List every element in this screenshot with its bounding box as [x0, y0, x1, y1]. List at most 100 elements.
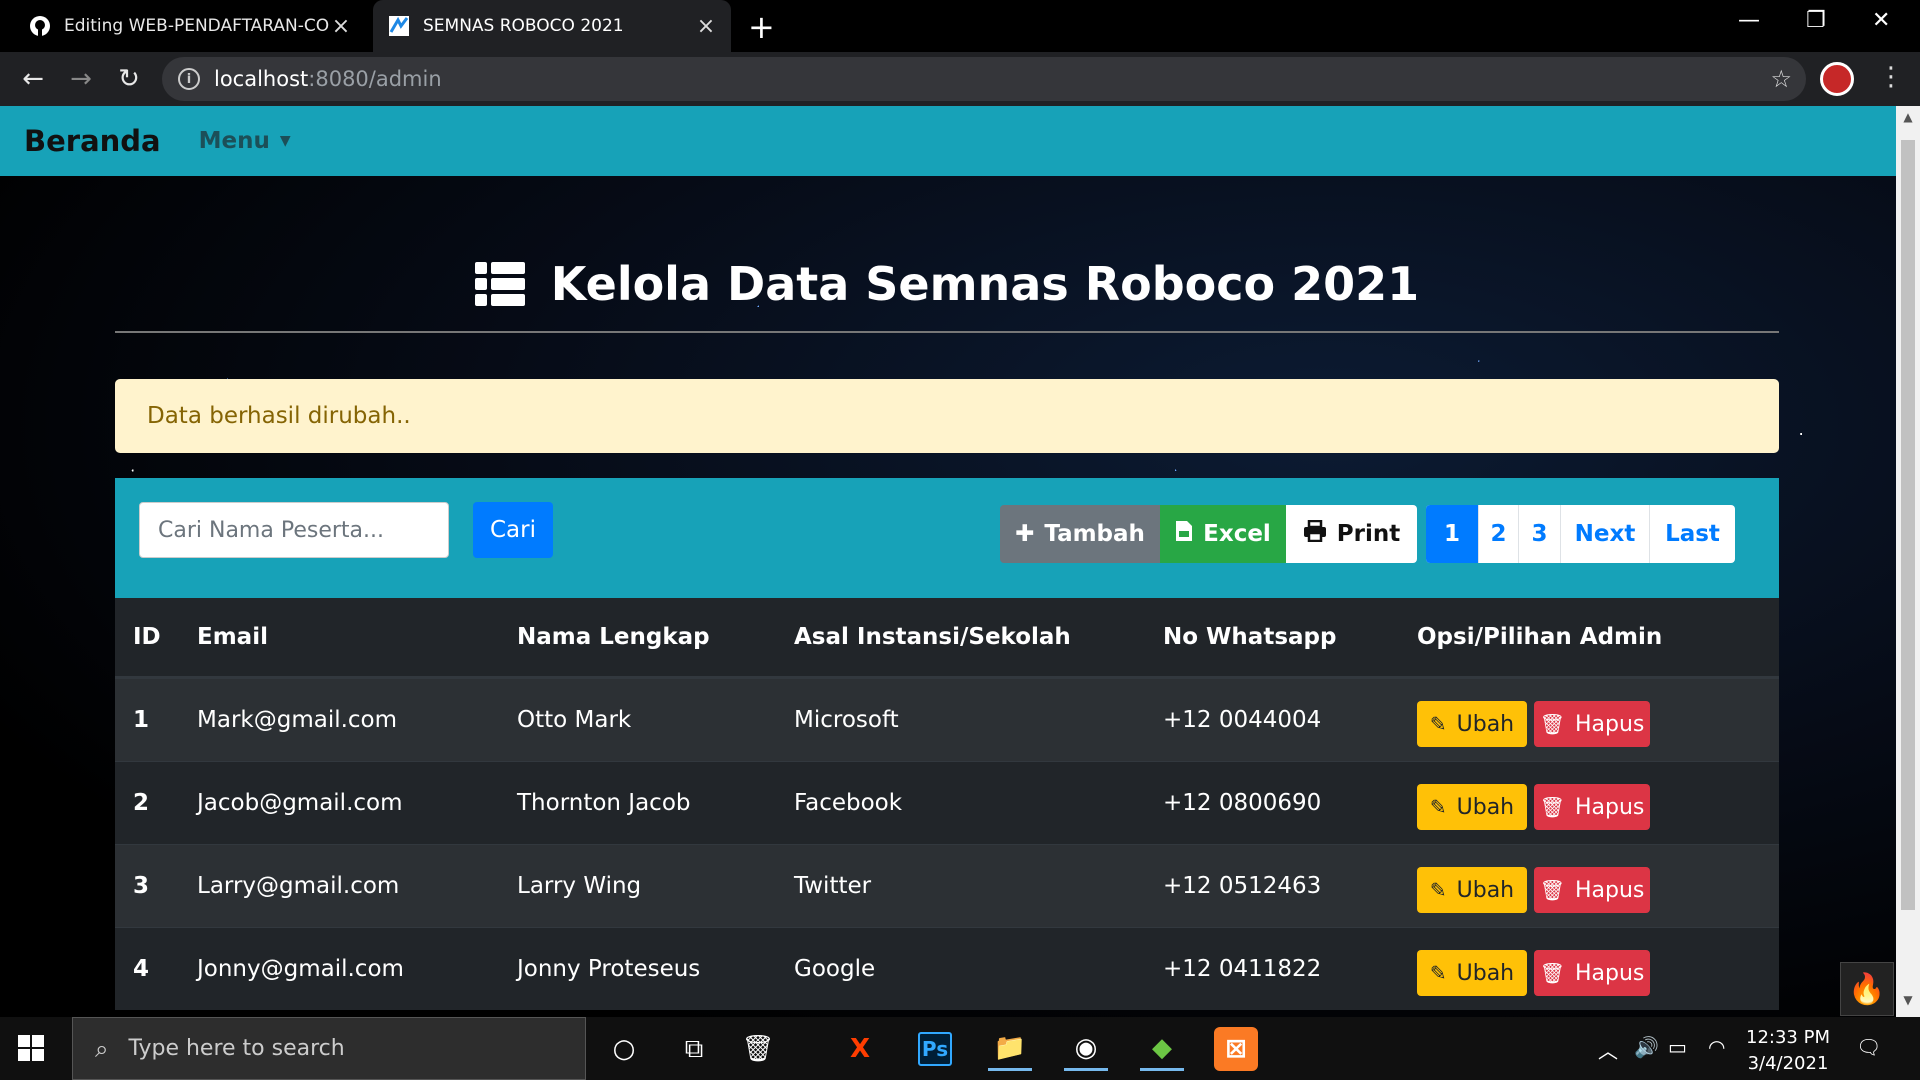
cell-asal: Facebook — [794, 790, 903, 816]
page-link-next[interactable]: Next — [1560, 505, 1649, 563]
reload-icon[interactable]: ↻ — [112, 62, 146, 96]
browser-tab-bar: Editing WEB-PENDAFTARAN-CO × SEMNAS ROBO… — [0, 0, 1920, 52]
cell-asal: Google — [794, 956, 876, 982]
volume-icon[interactable]: 🔊 — [1634, 1035, 1659, 1059]
print-button[interactable]: Print — [1286, 505, 1417, 563]
cell-opsi: ✎ Ubah 🗑 Hapus — [1417, 776, 1777, 830]
cell-nama: Thornton Jacob — [517, 790, 691, 816]
divider — [115, 331, 1779, 333]
site-navbar: Beranda Menu ▼ — [0, 106, 1896, 176]
navbar-menu-dropdown[interactable]: Menu ▼ — [199, 128, 291, 154]
cell-asal: Twitter — [794, 873, 872, 899]
cell-whatsapp: +12 0800690 — [1163, 790, 1322, 816]
xampp-control-icon[interactable]: ⊠ — [1214, 1027, 1258, 1071]
search-button[interactable]: Cari — [473, 502, 553, 558]
header-nama: Nama Lengkap — [517, 624, 710, 650]
page-link-1[interactable]: 1 — [1426, 505, 1478, 563]
edit-button[interactable]: ✎ Ubah — [1417, 784, 1527, 830]
new-tab-button[interactable]: + — [748, 8, 775, 46]
bookmark-star-icon[interactable]: ☆ — [1770, 65, 1792, 93]
header-id: ID — [133, 624, 161, 650]
delete-button[interactable]: 🗑 Hapus — [1534, 784, 1650, 830]
forward-icon[interactable]: → — [64, 62, 98, 96]
excel-label: Excel — [1203, 521, 1271, 547]
windows-taskbar: ⌕ Type here to search ○ ⧉ 🗑 X Ps 📁 ◉ ◆ ⊠… — [0, 1017, 1920, 1080]
cell-whatsapp: +12 0044004 — [1163, 707, 1322, 733]
tab-title: Editing WEB-PENDAFTARAN-CO — [64, 16, 330, 36]
page-viewport: Beranda Menu ▼ Kelola Data Semnas Roboco… — [0, 106, 1896, 1017]
site-info-icon[interactable]: i — [178, 68, 200, 90]
close-tab-icon[interactable]: × — [330, 14, 352, 39]
back-icon[interactable]: ← — [16, 62, 50, 96]
add-button[interactable]: ✚ Tambah — [1000, 505, 1160, 563]
cortana-icon[interactable]: ○ — [602, 1027, 646, 1071]
cell-asal: Microsoft — [794, 707, 899, 733]
cell-id: 1 — [133, 707, 150, 733]
cell-nama: Larry Wing — [517, 873, 642, 899]
table-header: ID Email Nama Lengkap Asal Instansi/Seko… — [115, 598, 1779, 678]
fire-icon[interactable]: 🔥 — [1840, 962, 1894, 1016]
wifi-icon[interactable]: ◠ — [1708, 1035, 1725, 1059]
restore-icon[interactable]: ❐ — [1806, 8, 1826, 33]
cell-opsi: ✎ Ubah 🗑 Hapus — [1417, 693, 1777, 747]
edit-button[interactable]: ✎ Ubah — [1417, 701, 1527, 747]
taskbar-search-input[interactable]: ⌕ Type here to search — [72, 1017, 586, 1080]
windows-start-icon[interactable] — [18, 1035, 44, 1061]
git-client-icon[interactable]: ◆ — [1140, 1027, 1184, 1071]
cell-whatsapp: +12 0512463 — [1163, 873, 1322, 899]
menu-label: Menu — [198, 128, 270, 154]
page-title-text: Kelola Data Semnas Roboco 2021 — [550, 257, 1420, 311]
edit-button[interactable]: ✎ Ubah — [1417, 867, 1527, 913]
battery-icon[interactable]: ▭ — [1668, 1035, 1687, 1059]
delete-button[interactable]: 🗑 Hapus — [1534, 701, 1650, 747]
tab-github-editing[interactable]: Editing WEB-PENDAFTARAN-CO × — [14, 0, 366, 52]
printer-icon — [1303, 519, 1327, 548]
file-explorer-icon[interactable]: 📁 — [988, 1027, 1032, 1071]
delete-label: Hapus — [1574, 794, 1645, 820]
minimize-icon[interactable]: — — [1738, 8, 1760, 33]
trash-icon: 🗑 — [1539, 712, 1565, 736]
page-link-3[interactable]: 3 — [1518, 505, 1560, 563]
cell-id: 2 — [133, 790, 150, 816]
cell-email: Jacob@gmail.com — [197, 790, 403, 816]
scroll-down-arrow-icon[interactable]: ▼ — [1896, 993, 1920, 1013]
navbar-brand[interactable]: Beranda — [24, 124, 161, 158]
search-icon: ⌕ — [95, 1034, 109, 1063]
edit-icon: ✎ — [1429, 878, 1447, 902]
github-icon — [28, 14, 52, 38]
tray-overflow-icon[interactable]: ︿ — [1598, 1035, 1618, 1064]
success-alert: Data berhasil dirubah.. — [115, 379, 1779, 453]
print-label: Print — [1336, 521, 1401, 547]
recycle-bin-icon[interactable]: 🗑 — [736, 1027, 780, 1071]
profile-avatar[interactable] — [1820, 62, 1854, 96]
close-tab-icon[interactable]: × — [695, 14, 717, 39]
delete-label: Hapus — [1574, 960, 1645, 986]
delete-button[interactable]: 🗑 Hapus — [1534, 950, 1650, 996]
xampp-x-icon[interactable]: X — [838, 1027, 882, 1071]
photoshop-icon[interactable]: Ps — [918, 1032, 952, 1066]
action-button-group: ✚ Tambah Excel Print — [1000, 505, 1417, 563]
add-label: Tambah — [1044, 521, 1145, 547]
edit-button[interactable]: ✎ Ubah — [1417, 950, 1527, 996]
search-input[interactable]: Cari Nama Peserta... — [139, 502, 449, 558]
delete-button[interactable]: 🗑 Hapus — [1534, 867, 1650, 913]
export-excel-button[interactable]: Excel — [1160, 505, 1286, 563]
cell-opsi: ✎ Ubah 🗑 Hapus — [1417, 942, 1777, 996]
browser-menu-icon[interactable]: ⋮ — [1878, 62, 1904, 92]
chrome-icon[interactable]: ◉ — [1064, 1027, 1108, 1071]
table-row: 2 Jacob@gmail.com Thornton Jacob Faceboo… — [115, 761, 1779, 844]
url-input[interactable]: i localhost:8080/admin ☆ — [162, 57, 1806, 101]
system-clock[interactable]: 12:33 PM 3/4/2021 — [1746, 1025, 1830, 1077]
url-host: localhost — [214, 67, 309, 91]
cell-email: Jonny@gmail.com — [197, 956, 404, 982]
notifications-icon[interactable]: 🗨 — [1856, 1035, 1881, 1059]
scroll-up-arrow-icon[interactable]: ▲ — [1896, 110, 1920, 130]
task-view-icon[interactable]: ⧉ — [672, 1027, 716, 1071]
page-link-last[interactable]: Last — [1649, 505, 1735, 563]
tab-semnas-roboco[interactable]: SEMNAS ROBOCO 2021 × — [373, 0, 731, 52]
page-link-2[interactable]: 2 — [1478, 505, 1518, 563]
scrollbar-thumb[interactable] — [1901, 140, 1915, 910]
cell-id: 4 — [133, 956, 150, 982]
page-scrollbar[interactable]: ▲ ▼ — [1896, 106, 1920, 1017]
close-window-icon[interactable]: ✕ — [1872, 8, 1890, 33]
